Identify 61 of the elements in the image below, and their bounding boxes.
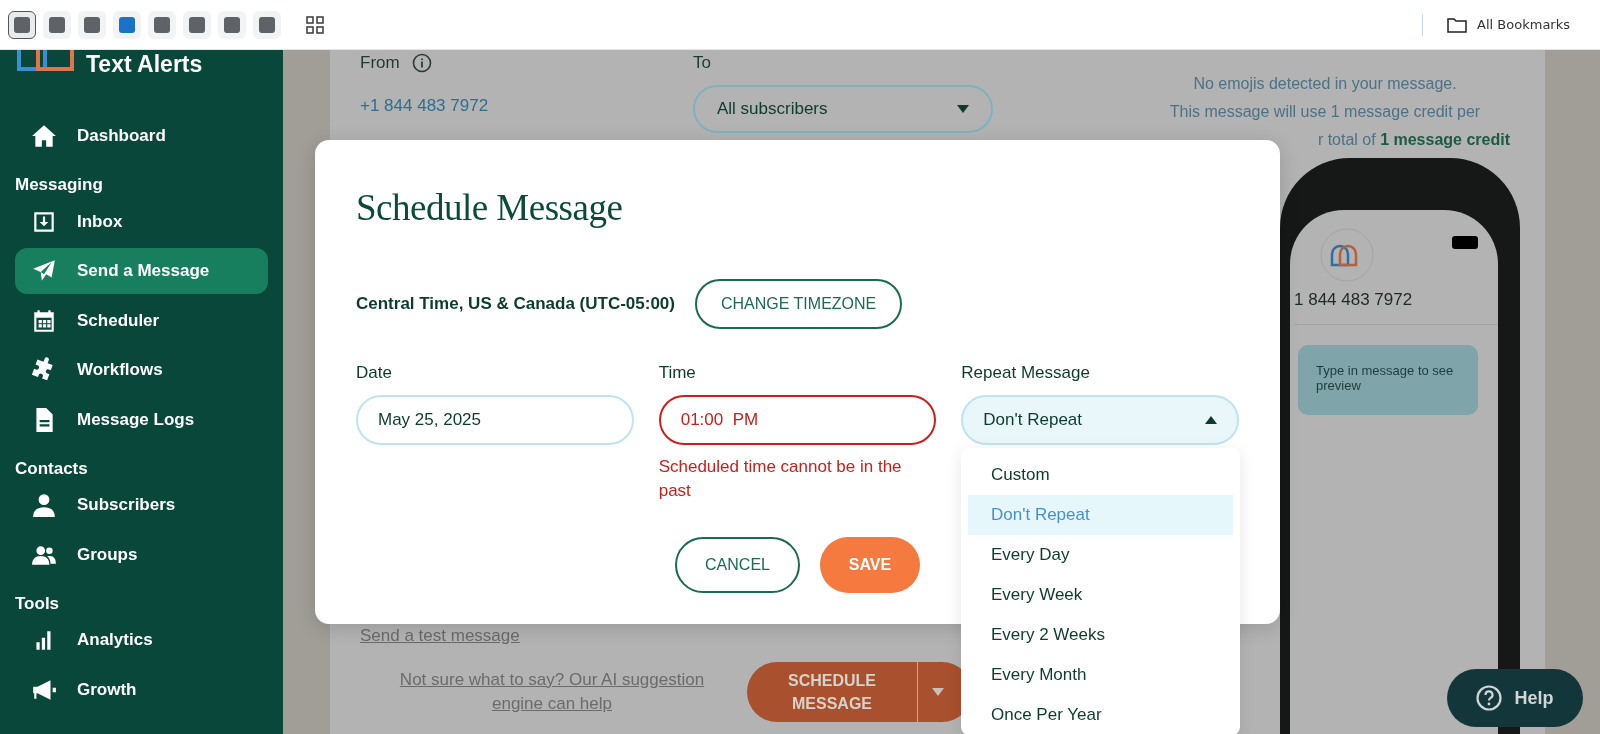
caret-icon (1205, 416, 1217, 424)
input-field[interactable]: 01:00 PM (658, 395, 937, 445)
emoji-note: No emojis detected in your message. (1193, 75, 1457, 93)
calendar-icon (31, 307, 57, 334)
bookmark-icon[interactable] (8, 10, 36, 39)
field-label: Repeat Message (961, 363, 1091, 383)
section-heading: Messaging (15, 174, 104, 196)
menu-option[interactable]: Every 2 Weeks (968, 615, 1233, 655)
recipient-select[interactable]: All subscribers (693, 85, 993, 133)
battery-icon (1452, 236, 1478, 249)
question-icon (1476, 685, 1503, 711)
menu-option[interactable]: Custom (968, 455, 1233, 495)
bookmark-icon[interactable] (183, 10, 211, 39)
nav-item[interactable]: Subscribers (15, 482, 268, 528)
caret-icon (957, 105, 969, 113)
nav-item[interactable]: Inbox (15, 198, 268, 245)
bookmark-icon[interactable] (148, 10, 176, 39)
timezone-text: Central Time, US & Canada (UTC-05:00) (356, 294, 675, 314)
dialog-title: Schedule Message (356, 186, 624, 229)
nav-item[interactable]: Dashboard (15, 113, 268, 159)
caret-icon (932, 688, 944, 696)
nav-item[interactable]: Groups (15, 531, 268, 578)
repeat-select[interactable]: Don't Repeat (961, 395, 1239, 445)
menu-option[interactable]: Every Day (968, 535, 1233, 575)
bookmark-icon[interactable] (113, 10, 141, 39)
cancel-button[interactable]: CANCEL (675, 537, 800, 593)
nav-item[interactable]: Send a Message (15, 248, 268, 294)
message-preview: Type in message to see preview (1298, 345, 1478, 415)
info-icon[interactable] (411, 53, 432, 73)
to-label: To (693, 52, 712, 74)
brand-name: Text Alerts (86, 51, 203, 78)
bookmark-icon[interactable] (253, 10, 281, 39)
from-label: From (360, 52, 400, 74)
all-bookmarks-link[interactable]: All Bookmarks (1477, 17, 1570, 32)
folder-icon (1447, 16, 1468, 33)
logo-icon (16, 50, 76, 72)
section-heading: Contacts (15, 457, 89, 480)
change-timezone-button[interactable]: CHANGE TIMEZONE (695, 279, 903, 329)
nav-item[interactable]: Message Logs (15, 396, 268, 443)
bookmark-icon[interactable] (78, 10, 106, 39)
nav-item[interactable]: Analytics (15, 617, 268, 663)
person-icon (31, 492, 57, 518)
contact-number: 1 844 483 7972 (1294, 290, 1498, 325)
credit-note: This message will use 1 message credit per (1169, 103, 1481, 121)
error-message: Scheduled time cannot be in the past (658, 456, 903, 502)
bookmark-icon[interactable] (43, 10, 71, 39)
help-button[interactable]: Help (1447, 669, 1583, 727)
credit-note: r total of 1 message credit (1317, 131, 1510, 149)
from-number: +1 844 483 7972 (360, 96, 490, 116)
nav-item[interactable]: Workflows (15, 347, 268, 393)
logo-icon (1320, 228, 1374, 282)
field-label: Date (356, 363, 393, 383)
nav-item[interactable]: Scheduler (15, 297, 268, 344)
input-field[interactable]: May 25, 2025 (356, 395, 634, 445)
field-label: Time (658, 363, 697, 383)
nav-item[interactable]: Growth (15, 666, 268, 713)
apps-grid-icon[interactable] (306, 15, 324, 34)
section-heading: Tools (15, 592, 61, 615)
bookmark-icon[interactable] (218, 10, 246, 39)
menu-option[interactable]: Every Week (968, 575, 1233, 615)
home-icon (31, 123, 57, 149)
